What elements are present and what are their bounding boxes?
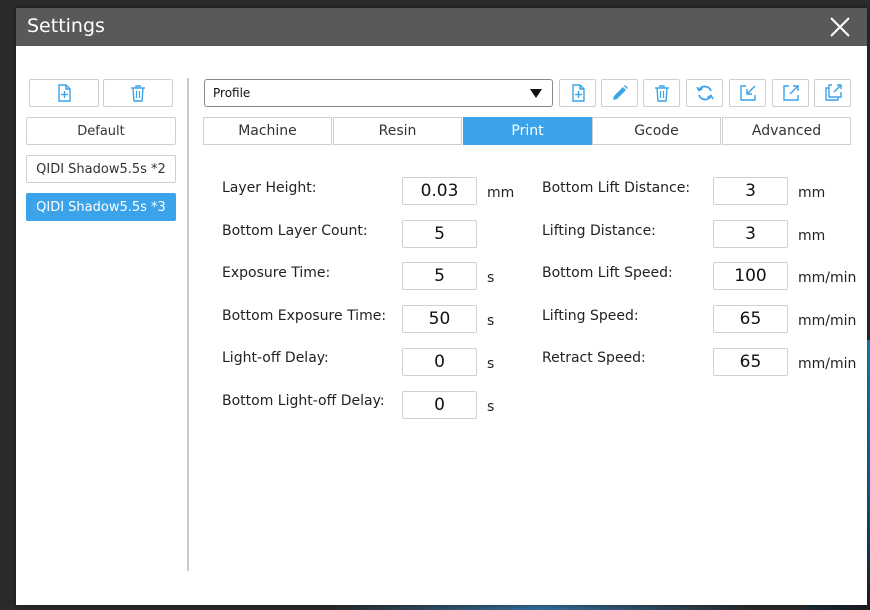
bottom-lift-distance-label: Bottom Lift Distance:: [542, 180, 691, 196]
lifting-speed-input[interactable]: 65: [713, 305, 788, 333]
bottom-lift-distance-unit: mm: [798, 185, 826, 201]
pencil-icon: [612, 85, 628, 100]
retract-speed-unit: mm/min: [798, 356, 857, 372]
export-all-button[interactable]: [814, 79, 851, 107]
export-button[interactable]: [772, 79, 809, 107]
settings-dialog: Settings Default QIDI Shadow5.5s *2 QIDI…: [16, 8, 867, 605]
lifting-distance-label: Lifting Distance:: [542, 223, 656, 239]
import-button[interactable]: [729, 79, 766, 107]
exposure-time-label: Exposure Time:: [222, 265, 331, 281]
bottom-light-off-delay-input[interactable]: 0: [402, 391, 477, 419]
layer-height-unit: mm: [487, 185, 515, 201]
bottom-lift-speed-input[interactable]: 100: [713, 262, 788, 290]
trash-icon: [654, 85, 669, 102]
light-off-delay-unit: s: [487, 356, 495, 372]
bottom-exposure-time-label: Bottom Exposure Time:: [222, 308, 387, 324]
sidebar-item-default[interactable]: Default: [26, 117, 176, 145]
tab-gcode[interactable]: Gcode: [592, 117, 721, 145]
bottom-lift-speed-label: Bottom Lift Speed:: [542, 265, 673, 281]
title-bar: Settings: [16, 8, 867, 46]
tab-advanced[interactable]: Advanced: [722, 117, 851, 145]
import-icon: [739, 85, 756, 101]
export-icon: [782, 85, 799, 101]
bottom-layer-count-label: Bottom Layer Count:: [222, 223, 368, 239]
window-title: Settings: [27, 15, 105, 37]
refresh-icon: [695, 85, 714, 101]
exposure-time-input[interactable]: 5: [402, 262, 477, 290]
layer-height-input[interactable]: 0.03: [402, 177, 477, 205]
bottom-light-off-delay-unit: s: [487, 399, 495, 415]
delete-profile-button[interactable]: [103, 79, 173, 107]
reset-button[interactable]: [686, 79, 723, 107]
light-off-delay-label: Light-off Delay:: [222, 350, 329, 366]
exposure-time-unit: s: [487, 270, 495, 286]
retract-speed-input[interactable]: 65: [713, 348, 788, 376]
lifting-distance-unit: mm: [798, 228, 826, 244]
bottom-light-off-delay-label: Bottom Light-off Delay:: [222, 393, 385, 409]
chevron-down-icon: [530, 89, 542, 98]
add-file-icon: [58, 84, 71, 102]
profile-select-value: Profile: [213, 86, 251, 100]
add-profile-button[interactable]: [29, 79, 99, 107]
light-off-delay-input[interactable]: 0: [402, 348, 477, 376]
bottom-lift-distance-input[interactable]: 3: [713, 177, 788, 205]
trash-icon: [131, 85, 145, 102]
tab-resin[interactable]: Resin: [333, 117, 462, 145]
sidebar-item-qidi-shadow-3[interactable]: QIDI Shadow5.5s *3: [26, 193, 176, 221]
profile-select[interactable]: Profile: [204, 79, 553, 107]
add-file-icon: [571, 84, 585, 102]
sidebar-item-qidi-shadow-2[interactable]: QIDI Shadow5.5s *2: [26, 155, 176, 183]
retract-speed-label: Retract Speed:: [542, 350, 646, 366]
bottom-lift-speed-unit: mm/min: [798, 270, 857, 286]
close-button[interactable]: [827, 14, 853, 40]
delete-button[interactable]: [643, 79, 680, 107]
rename-profile-button[interactable]: [601, 79, 638, 107]
lifting-speed-unit: mm/min: [798, 313, 857, 329]
tab-print[interactable]: Print: [463, 117, 592, 145]
export-all-icon: [824, 84, 842, 101]
layer-height-label: Layer Height:: [222, 180, 317, 196]
close-icon: [830, 17, 850, 37]
bottom-layer-count-input[interactable]: 5: [402, 220, 477, 248]
bottom-exposure-time-input[interactable]: 50: [402, 305, 477, 333]
bottom-exposure-time-unit: s: [487, 313, 495, 329]
lifting-speed-label: Lifting Speed:: [542, 308, 639, 324]
lifting-distance-input[interactable]: 3: [713, 220, 788, 248]
new-profile-button[interactable]: [559, 79, 596, 107]
tab-machine[interactable]: Machine: [203, 117, 332, 145]
pane-divider: [187, 78, 189, 571]
